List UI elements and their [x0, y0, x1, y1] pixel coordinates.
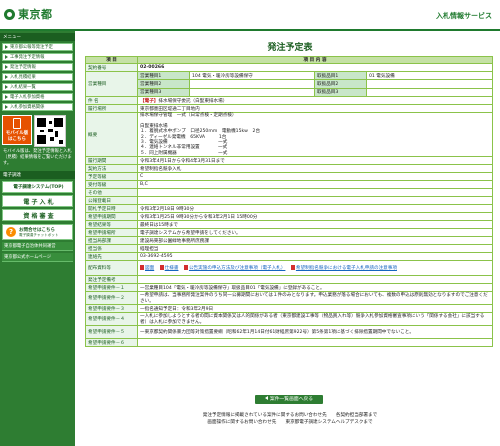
outline-row: 概要 排水場保守管理 一式（日常点検・定期点検） 白髭東排水場 １．着脱式水中ポ… — [85, 111, 493, 158]
sidebar-item-qualification-review[interactable]: 資 格 審 査 — [2, 209, 73, 221]
sidebar-item-gazette[interactable]: 東京都公報等発注予定 — [2, 43, 73, 51]
table-row: 希望申請要件－４ 一入札に参加しようとする者の間に資本関係又は人的関係がある者（東… — [85, 312, 493, 327]
attachment-link-notice[interactable]: 公告実施の申込方法及び注意事項（電子入札） — [189, 266, 285, 271]
table-row: 担当局部課 建設局東部公園緑地事務所庶務課 — [85, 236, 493, 246]
table-row: 連絡先 03-3692-4595 — [85, 252, 493, 262]
table-row: その他 — [85, 188, 493, 198]
main-content: 発注予定表 項 目 項 目 内 容 契約番号 02-00266 営業種目 営業種… — [85, 31, 495, 348]
page-footer: 発注予定情報に掲載されている案件に関するお問い合わせ先 各契約担当部署まで 画面… — [85, 412, 495, 426]
pdf-icon — [159, 265, 164, 271]
footer-line-1: 発注予定情報に掲載されている案件に関するお問い合わせ先 各契約担当部署まで — [202, 413, 378, 418]
table-row: 希望申請要件－１ 一営業種目104「電気・暖冷房等設備保守」取扱品目01「電気設備… — [85, 283, 493, 293]
arrow-right-icon — [5, 105, 8, 109]
question-icon: ? — [6, 227, 16, 237]
col-content-header: 項 目 内 容 — [137, 56, 493, 64]
attachment-link-spec[interactable]: 仕様書 — [165, 266, 179, 271]
sidebar-links: 東京都電子自治体共同運営 東京都公式ホームページ — [0, 242, 75, 262]
sidebar-item-order-plan[interactable]: 発注予定情報 — [2, 63, 73, 71]
sidebar-procurement-menu: 電子調達システム(TOP) 電 子 入 札 資 格 審 査 — [0, 181, 75, 221]
arrow-right-icon — [5, 75, 8, 79]
link-e-government[interactable]: 東京都電子自治体共同運営 — [2, 242, 73, 251]
arrow-right-icon — [5, 65, 8, 69]
table-row: 予定等級 C — [85, 172, 493, 182]
table-row: 担当係 経理担当 — [85, 244, 493, 254]
outline-text: 排水場保守管理 一式（日常点検・定期点検） 白髭東排水場 １．着脱式水中ポンプ … — [137, 111, 493, 158]
arrow-right-icon — [5, 45, 8, 49]
footer-line-2: 画面操作に関するお問い合わせ先 東京都電子調達システムヘルプデスクまで — [207, 420, 373, 425]
table-row: 希望結果等 最終日は15時まで — [85, 220, 493, 230]
table-row: 希望申請要件－６ — [85, 338, 493, 348]
table-row: 契約番号 02-00266 — [85, 63, 493, 72]
table-row: 開札予定日時 令和3年2月18日 9時30分 — [85, 204, 493, 214]
mobile-note: モバイル版は、発注予定情報と入札（見積）結果情報をご覧いただけます。 — [3, 149, 72, 166]
business-grid: 営業種目1 104 電気・暖冷房等設備保守 取扱品目1 01 電気設備 営業種目… — [138, 72, 492, 96]
sidebar: メニュー 東京都公報等発注予定 工事発注予定情報 発注予定情報 入札見積結果 入… — [0, 31, 75, 446]
arrow-left-icon — [264, 396, 268, 400]
arrow-right-icon — [5, 85, 8, 89]
sidebar-item-participation[interactable]: 入札参加資格関係 — [2, 103, 73, 111]
sidebar-item-bid-results[interactable]: 入札見積結果 — [2, 73, 73, 81]
detail-table: 項 目 項 目 内 容 契約番号 02-00266 営業種目 営業種目1 104… — [85, 56, 493, 348]
table-row: 契約方法 希望制指名競争入札 — [85, 164, 493, 174]
project-name: 排水場保守委託（白髭東排水場） — [158, 98, 228, 104]
sidebar-item-results-list[interactable]: 入札結果一覧 — [2, 83, 73, 91]
table-row: 希望申請場所 電子調達システムから希望申請をしてください。 — [85, 228, 493, 238]
table-row: 希望申請要件－２ 一希望申請は、当事務所発注案件のうち同一公募期間においては１件の… — [85, 291, 493, 306]
electronic-tag: 【電子】 — [140, 98, 159, 104]
table-row: 受付等級 B,C — [85, 180, 493, 190]
table-row: 希望申請要件－３ 一指名通知予定日：令和3年2月9日 — [85, 304, 493, 314]
pdf-icon — [290, 265, 295, 271]
sidebar-section-procurement: 電子調達 — [0, 171, 75, 179]
table-row: 希望申請期間 令和3年1月25日 9時30分から令和3年2月1日 15時00分 — [85, 212, 493, 222]
attachment-link-caution[interactable]: 希望制指名競争における電子入札申請の注意事項 — [296, 266, 397, 271]
arrow-right-icon — [5, 55, 8, 59]
table-row: 件 名 【電子】排水場保守委託（白髭東排水場） — [85, 96, 493, 105]
sidebar-menu: 東京都公報等発注予定 工事発注予定情報 発注予定情報 入札見積結果 入札結果一覧… — [0, 43, 75, 111]
tokyo-logo[interactable]: 東京都 — [4, 6, 53, 22]
table-row: 発注予定備考 — [85, 275, 493, 285]
page-title: 発注予定表 — [267, 43, 313, 53]
sidebar-section-menu: メニュー — [0, 33, 75, 41]
mobile-version-button[interactable]: モバイル版 はこちら — [2, 115, 32, 145]
service-title: 入札情報サービス — [436, 12, 492, 20]
sidebar-item-e-bidding[interactable]: 電 子 入 札 — [2, 195, 73, 207]
mobile-box: モバイル版 はこちら — [2, 115, 73, 147]
attachments-row: 配布資料等 図面 仕様書 公告実施の申込方法及び注意事項（電子入札） 希望制指名… — [85, 260, 493, 277]
attachment-link-drawing[interactable]: 図面 — [145, 266, 154, 271]
sidebar-item-qualification[interactable]: 電子入札参加資格 — [2, 93, 73, 101]
table-row: 履行場所 東京都墨田区堤通二丁目地内 — [85, 104, 493, 113]
phone-icon — [13, 118, 21, 129]
table-row: 希望申請要件－５ 一東京都契約関係暴力団等対策措置要綱（昭和62年1月14日付61… — [85, 325, 493, 340]
col-item-header: 項 目 — [85, 56, 138, 64]
back-to-list-button[interactable]: 案件一覧画面へ戻る — [255, 395, 323, 404]
sidebar-item-construction-plan[interactable]: 工事発注予定情報 — [2, 53, 73, 61]
table-row: 履行期間 令和3年4月1日から令和4年3月31日まで — [85, 156, 493, 166]
inquiry-chatbot-button[interactable]: ? お問合せはこちら 電子調達チャットボット — [2, 224, 73, 240]
link-tokyo-official[interactable]: 東京都公式ホームページ — [2, 253, 73, 262]
arrow-right-icon — [5, 95, 8, 99]
sidebar-item-procurement-top[interactable]: 電子調達システム(TOP) — [2, 181, 73, 193]
tokyo-emblem-icon — [4, 8, 15, 20]
pdf-icon — [140, 265, 144, 271]
table-row: 公報登載日 — [85, 196, 493, 206]
qr-code — [34, 115, 66, 147]
business-row: 営業種目 営業種目1 104 電気・暖冷房等設備保守 取扱品目1 01 電気設備… — [85, 71, 493, 97]
pdf-icon — [183, 265, 188, 271]
page-header: 東京都 入札情報サービス — [0, 0, 500, 31]
logo-text: 東京都 — [18, 8, 53, 21]
